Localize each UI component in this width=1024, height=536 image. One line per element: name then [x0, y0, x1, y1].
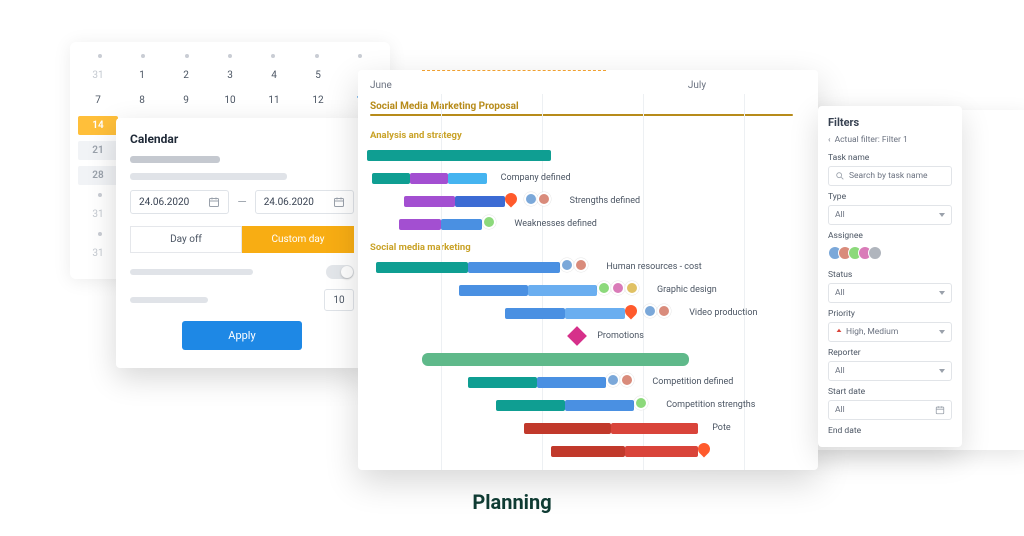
gantt-label: Weaknesses defined — [514, 219, 596, 229]
gantt-row[interactable]: Competition strengths — [358, 394, 818, 416]
priority-label: Priority — [828, 309, 952, 319]
apply-button[interactable]: Apply — [182, 321, 302, 350]
calendar-day[interactable]: 31 — [78, 244, 118, 263]
filters-back[interactable]: ‹ Actual filter: Filter 1 — [828, 135, 952, 145]
calendar-icon — [935, 405, 945, 415]
gantt-row[interactable]: Company defined — [358, 167, 818, 189]
gantt-label: Competition strengths — [666, 400, 755, 410]
date-to-value: 24.06.2020 — [264, 197, 314, 208]
calendar-day[interactable]: 7 — [78, 91, 118, 110]
reporter-label: Reporter — [828, 348, 952, 358]
tab-day-off[interactable]: Day off — [130, 226, 242, 253]
gantt-row[interactable]: Video production — [358, 302, 818, 324]
gantt-row[interactable]: Weaknesses defined — [358, 213, 818, 235]
gantt-label: Human resources - cost — [606, 262, 701, 272]
skeleton-line — [130, 269, 253, 275]
reporter-value: All — [835, 366, 845, 376]
chevron-left-icon: ‹ — [828, 135, 831, 145]
date-to-input[interactable]: 24.06.2020 — [255, 190, 354, 214]
tab-custom-day[interactable]: Custom day — [242, 226, 354, 253]
start-date-input[interactable]: All — [828, 400, 952, 420]
status-select[interactable]: All — [828, 283, 952, 303]
date-range-dash: — — [237, 195, 246, 209]
calendar-day[interactable]: 31 — [78, 66, 118, 85]
gantt-row[interactable]: Promotions — [358, 325, 818, 347]
priority-select[interactable]: High, Medium — [828, 322, 952, 342]
month-label-2: July — [588, 80, 806, 91]
calendar-day[interactable]: 12 — [298, 91, 338, 110]
calendar-title: Calendar — [130, 132, 354, 146]
gantt-panel: June July Social Media Marketing Proposa… — [358, 70, 818, 470]
reporter-select[interactable]: All — [828, 361, 952, 381]
page-title: Planning — [0, 490, 1024, 514]
task-name-label: Task name — [828, 153, 952, 163]
gantt-label: Competition defined — [652, 377, 733, 387]
week-number: 14 — [78, 116, 118, 135]
gantt-label: Graphic design — [657, 285, 717, 295]
calendar-day[interactable]: 8 — [122, 91, 162, 110]
chevron-down-icon — [939, 291, 945, 295]
calendar-day[interactable]: 1 — [122, 66, 162, 85]
task-name-placeholder: Search by task name — [849, 171, 945, 181]
gantt-section: Social media marketing — [358, 236, 818, 255]
week-number: 28 — [78, 166, 118, 185]
gantt-row[interactable]: Competition defined — [358, 371, 818, 393]
search-icon — [835, 171, 845, 181]
calendar-day[interactable]: 5 — [298, 66, 338, 85]
week-number: 21 — [78, 141, 118, 160]
calendar-popover: Calendar 24.06.2020 — 24.06.2020 Day off… — [116, 118, 368, 368]
date-from-input[interactable]: 24.06.2020 — [130, 190, 229, 214]
gantt-label: Pote — [712, 423, 730, 433]
filters-title: Filters — [828, 116, 952, 129]
priority-value: High, Medium — [846, 327, 898, 337]
option-toggle[interactable] — [326, 265, 354, 279]
gantt-label: Company defined — [501, 173, 571, 183]
chevron-down-icon — [939, 330, 945, 334]
gantt-label: Video production — [689, 308, 757, 318]
skeleton-line — [130, 156, 220, 163]
type-select[interactable]: All — [828, 205, 952, 225]
gantt-label: Strengths defined — [570, 196, 640, 206]
gantt-label: Promotions — [597, 331, 644, 341]
skeleton-line — [130, 297, 208, 303]
gantt-row[interactable] — [358, 348, 818, 370]
arrow-up-icon — [835, 328, 843, 336]
assignee-avatars[interactable] — [828, 244, 952, 264]
gantt-row[interactable]: Strengths defined — [358, 190, 818, 212]
status-label: Status — [828, 270, 952, 280]
start-date-value: All — [835, 405, 845, 415]
calendar-icon — [208, 196, 220, 208]
month-label-1: June — [370, 80, 588, 91]
gantt-row[interactable]: Graphic design — [358, 279, 818, 301]
calendar-day[interactable]: 4 — [254, 66, 294, 85]
project-underline — [370, 114, 793, 116]
type-label: Type — [828, 192, 952, 202]
calendar-day[interactable]: 3 — [210, 66, 250, 85]
active-filter-label: Actual filter: Filter 1 — [835, 135, 908, 145]
calendar-day[interactable]: 10 — [210, 91, 250, 110]
status-value: All — [835, 288, 845, 298]
type-value: All — [835, 210, 845, 220]
date-from-value: 24.06.2020 — [139, 197, 189, 208]
chevron-down-icon — [939, 369, 945, 373]
assignee-label: Assignee — [828, 231, 952, 241]
end-date-label: End date — [828, 426, 952, 436]
calendar-day[interactable]: 9 — [166, 91, 206, 110]
chevron-down-icon — [939, 213, 945, 217]
project-title: Social Media Marketing Proposal — [358, 97, 818, 114]
start-date-label: Start date — [828, 387, 952, 397]
number-input[interactable]: 10 — [324, 289, 354, 311]
skeleton-line — [130, 173, 287, 180]
calendar-day[interactable]: 11 — [254, 91, 294, 110]
gantt-row[interactable]: Pote — [358, 417, 818, 439]
gantt-row[interactable] — [358, 440, 818, 462]
filters-panel: Filters ‹ Actual filter: Filter 1 Task n… — [818, 106, 962, 447]
gantt-row[interactable]: Human resources - cost — [358, 256, 818, 278]
task-name-input[interactable]: Search by task name — [828, 166, 952, 186]
gantt-section: Analysis and strategy — [358, 124, 818, 143]
calendar-day[interactable]: 2 — [166, 66, 206, 85]
calendar-day[interactable]: 31 — [78, 205, 118, 224]
calendar-icon — [333, 196, 345, 208]
